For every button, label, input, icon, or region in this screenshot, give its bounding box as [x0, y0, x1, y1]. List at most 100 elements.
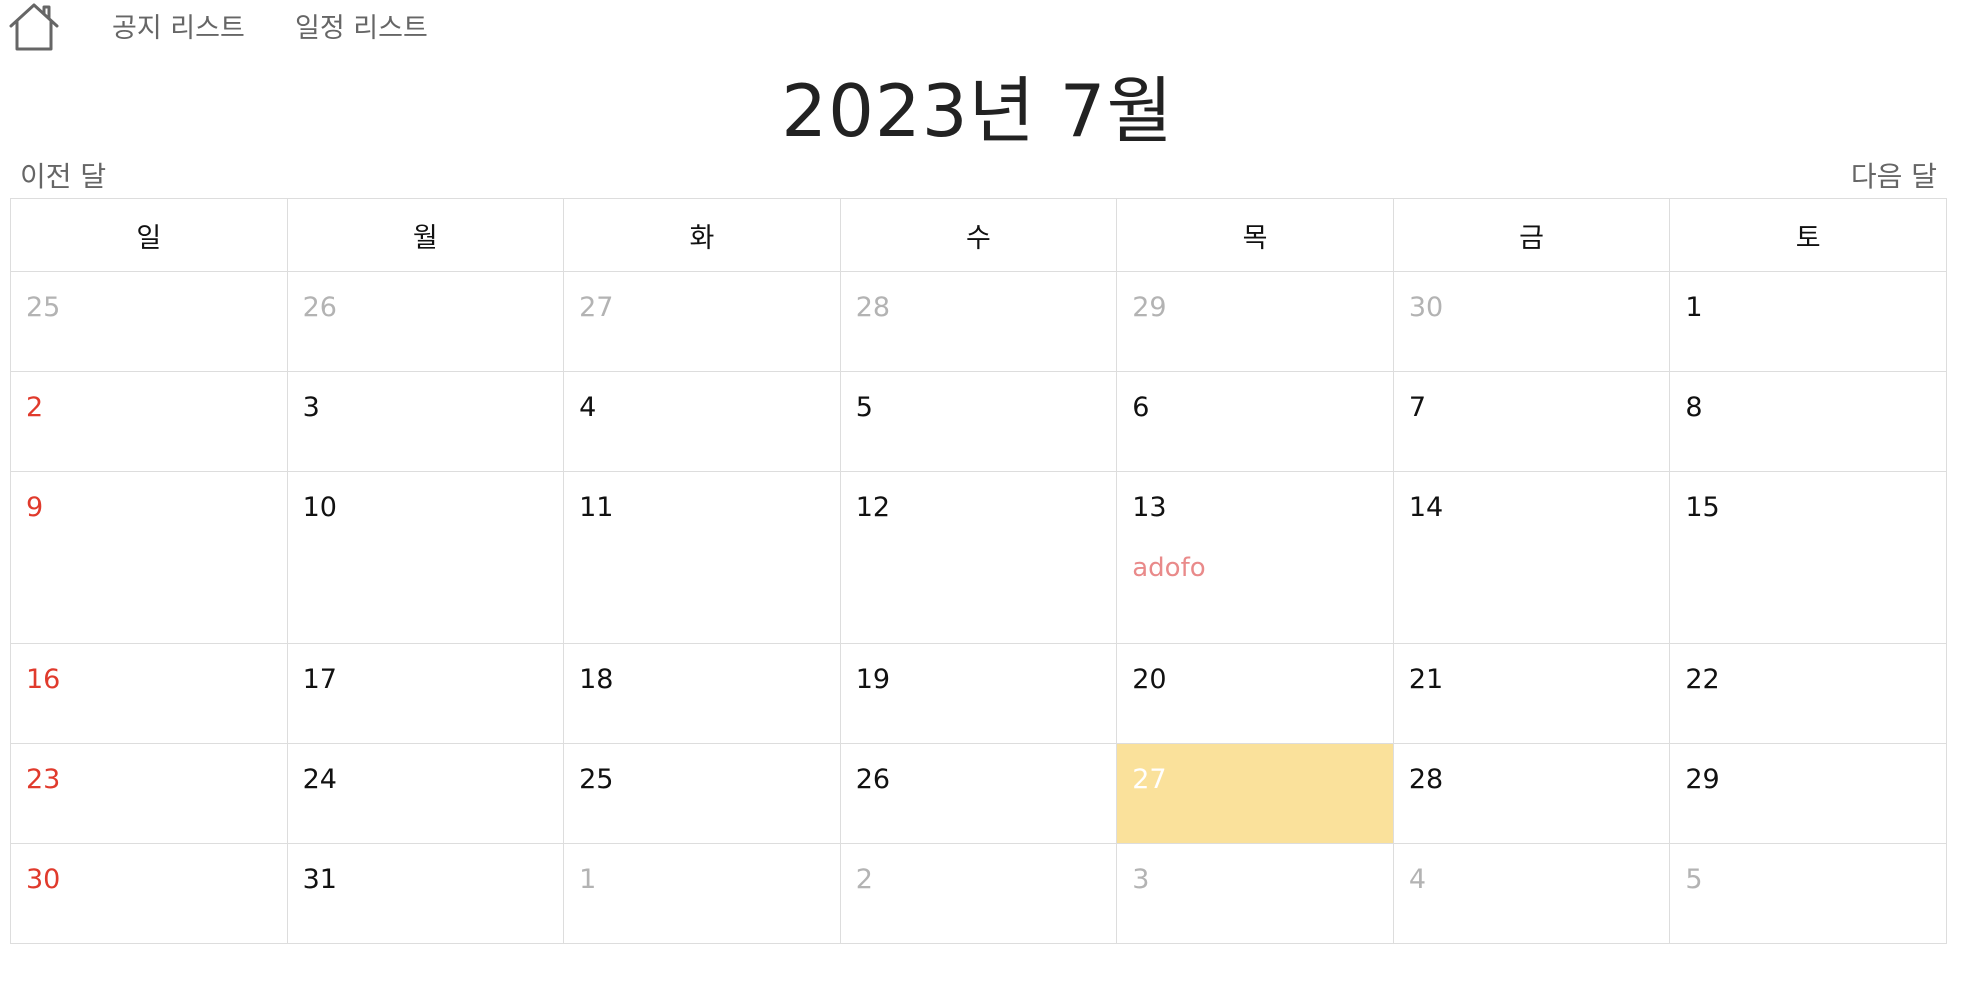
- calendar-day-cell[interactable]: 10: [286, 471, 565, 644]
- calendar-day-cell[interactable]: 6: [1116, 371, 1394, 472]
- calendar-day-cell[interactable]: 2: [839, 843, 1118, 944]
- calendar-event[interactable]: adofo: [1132, 553, 1393, 583]
- calendar-day-cell[interactable]: 25: [563, 743, 841, 844]
- day-number: 23: [26, 764, 61, 795]
- day-number: 10: [302, 492, 337, 523]
- calendar-day-cell[interactable]: 27: [1116, 743, 1394, 844]
- weekday-header: 토: [1669, 198, 1947, 272]
- calendar-day-cell[interactable]: 3: [286, 371, 565, 472]
- day-number: 3: [302, 392, 320, 423]
- calendar-day-cell[interactable]: 19: [839, 643, 1118, 744]
- calendar-day-cell[interactable]: 26: [286, 271, 565, 372]
- day-number: 11: [579, 492, 614, 523]
- calendar-day-cell[interactable]: 11: [563, 471, 841, 644]
- calendar-day-cell[interactable]: 14: [1392, 471, 1671, 644]
- weekday-header-row: 일 월 화 수 목 금 토: [10, 198, 1947, 272]
- nav-notice-list[interactable]: 공지 리스트: [112, 6, 245, 45]
- calendar-week-row: 9 10 11 12 13 adofo 14 15: [10, 471, 1947, 644]
- calendar-day-cell[interactable]: 17: [286, 643, 565, 744]
- day-number: 4: [579, 392, 597, 423]
- day-number: 5: [1685, 864, 1703, 895]
- calendar-day-cell[interactable]: 8: [1669, 371, 1947, 472]
- calendar-day-cell[interactable]: 12: [839, 471, 1118, 644]
- calendar-day-cell[interactable]: 20: [1116, 643, 1394, 744]
- weekday-header: 금: [1392, 198, 1671, 272]
- day-number: 27: [1132, 764, 1167, 795]
- day-number: 28: [1408, 764, 1444, 795]
- calendar-day-cell[interactable]: 30: [1392, 271, 1671, 372]
- calendar-day-cell[interactable]: 31: [286, 843, 565, 944]
- day-number: 21: [1408, 664, 1444, 695]
- calendar-day-cell[interactable]: 1: [563, 843, 841, 944]
- day-number: 18: [579, 664, 614, 695]
- calendar-week-row: 16 17 18 19 20 21 22: [10, 643, 1947, 744]
- calendar-day-cell[interactable]: 5: [839, 371, 1118, 472]
- top-nav: 공지 리스트 일정 리스트: [0, 0, 1977, 60]
- day-number: 29: [1132, 292, 1167, 323]
- calendar-day-cell[interactable]: 23: [10, 743, 288, 844]
- day-number: 31: [302, 864, 337, 895]
- calendar-day-cell[interactable]: 21: [1392, 643, 1671, 744]
- day-number: 22: [1685, 664, 1720, 695]
- calendar-day-cell[interactable]: 15: [1669, 471, 1947, 644]
- calendar-day-cell[interactable]: 29: [1116, 271, 1394, 372]
- calendar-week-row: 30 31 1 2 3 4 5: [10, 843, 1947, 944]
- calendar-day-cell[interactable]: 1: [1669, 271, 1947, 372]
- calendar-body: 25 26 27 28 29 30 1 2 3 4 5 6 7 8 9 10 11 12 13 adofo 14 15 16…: [10, 271, 1947, 944]
- day-number: 7: [1408, 392, 1426, 423]
- calendar-week-row: 2 3 4 5 6 7 8: [10, 371, 1947, 472]
- day-number: 5: [855, 392, 873, 423]
- calendar-day-cell[interactable]: 26: [839, 743, 1118, 844]
- calendar-day-cell[interactable]: 28: [1392, 743, 1671, 844]
- calendar-week-row: 23 24 25 26 27 28 29: [10, 743, 1947, 844]
- day-number: 9: [26, 492, 44, 523]
- home-icon-graphic: [9, 3, 59, 51]
- day-number: 14: [1408, 492, 1444, 523]
- calendar-day-cell[interactable]: 29: [1669, 743, 1947, 844]
- calendar-day-cell[interactable]: 9: [10, 471, 288, 644]
- calendar-day-cell[interactable]: 22: [1669, 643, 1947, 744]
- nav-schedule-list[interactable]: 일정 리스트: [295, 6, 428, 45]
- calendar-day-cell[interactable]: 13 adofo: [1116, 471, 1394, 644]
- day-number: 2: [26, 392, 44, 423]
- day-number: 24: [302, 764, 337, 795]
- prev-month-button[interactable]: 이전 달: [20, 155, 106, 195]
- day-number: 19: [855, 664, 891, 695]
- day-number: 28: [855, 292, 891, 323]
- calendar-day-cell[interactable]: 7: [1392, 371, 1671, 472]
- weekday-header: 목: [1116, 198, 1394, 272]
- day-number: 4: [1408, 864, 1426, 895]
- calendar-day-cell[interactable]: 30: [10, 843, 288, 944]
- next-month-button[interactable]: 다음 달: [1851, 155, 1937, 195]
- calendar-day-cell[interactable]: 16: [10, 643, 288, 744]
- calendar-day-cell[interactable]: 25: [10, 271, 288, 372]
- calendar-day-cell[interactable]: 28: [839, 271, 1118, 372]
- calendar-day-cell[interactable]: 2: [10, 371, 288, 472]
- day-number: 25: [26, 292, 61, 323]
- calendar-day-cell[interactable]: 3: [1116, 843, 1394, 944]
- day-number: 29: [1685, 764, 1720, 795]
- home-icon[interactable]: [8, 2, 60, 52]
- day-number: 8: [1685, 392, 1703, 423]
- day-number: 25: [579, 764, 614, 795]
- day-number: 26: [302, 292, 337, 323]
- weekday-header: 월: [286, 198, 565, 272]
- day-number: 13: [1132, 492, 1167, 523]
- weekday-header: 수: [839, 198, 1118, 272]
- calendar-day-cell[interactable]: 18: [563, 643, 841, 744]
- calendar-week-row: 25 26 27 28 29 30 1: [10, 271, 1947, 372]
- day-number: 30: [26, 864, 61, 895]
- calendar-day-cell[interactable]: 4: [563, 371, 841, 472]
- day-number: 27: [579, 292, 614, 323]
- day-number: 6: [1132, 392, 1150, 423]
- calendar-day-cell[interactable]: 24: [286, 743, 565, 844]
- calendar-day-cell[interactable]: 4: [1392, 843, 1671, 944]
- day-number: 20: [1132, 664, 1167, 695]
- day-number: 15: [1685, 492, 1720, 523]
- day-number: 1: [1685, 292, 1703, 323]
- day-number: 26: [855, 764, 891, 795]
- day-number: 30: [1408, 292, 1444, 323]
- calendar-day-cell[interactable]: 5: [1669, 843, 1947, 944]
- calendar-day-cell[interactable]: 27: [563, 271, 841, 372]
- day-number: 17: [302, 664, 337, 695]
